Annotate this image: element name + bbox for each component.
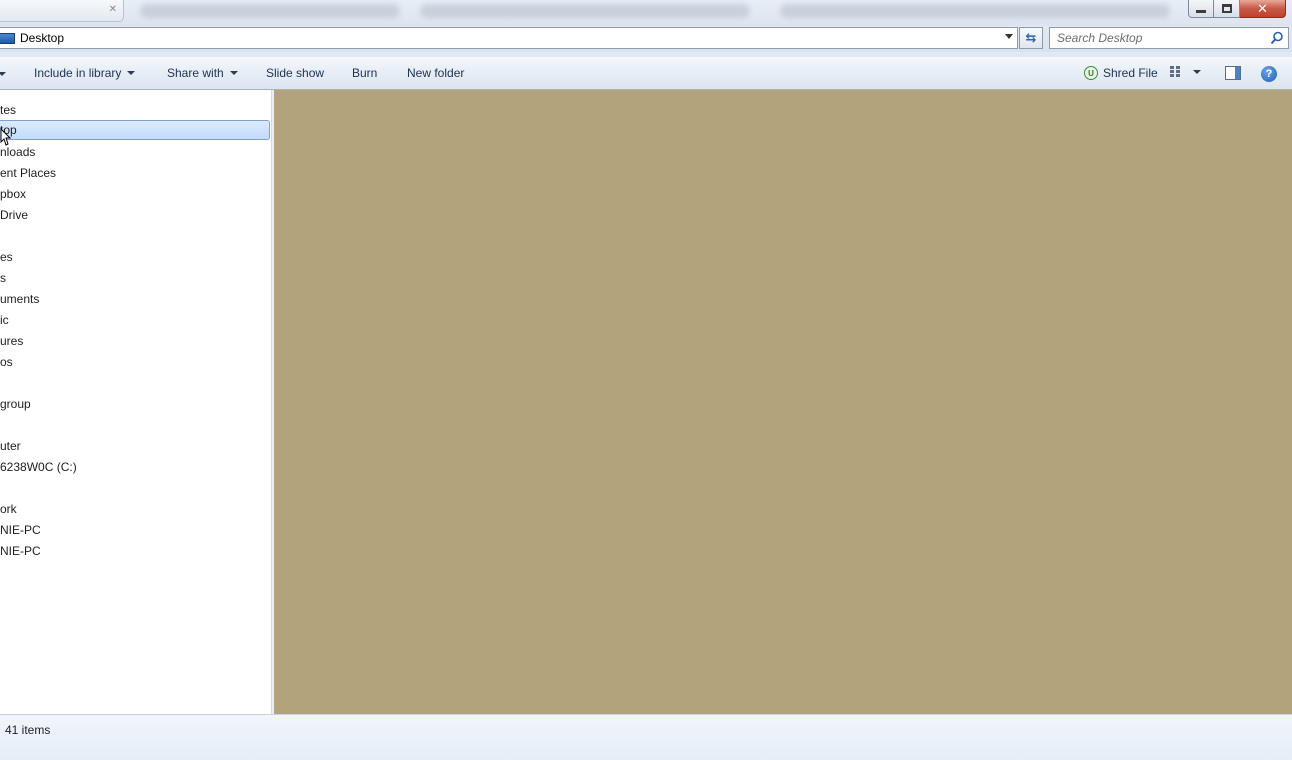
nav-item-videos[interactable]: os: [0, 352, 13, 372]
slide-show-label: Slide show: [266, 66, 325, 80]
preview-pane-icon[interactable]: [1225, 66, 1241, 80]
include-in-library-label: Include in library: [34, 66, 122, 80]
desktop-icon: [0, 32, 15, 44]
help-icon[interactable]: ?: [1261, 66, 1277, 82]
nav-item-drive[interactable]: Drive: [0, 205, 28, 225]
nav-item-desktop[interactable]: top: [0, 120, 270, 140]
blurred-title-region-2: [420, 4, 750, 18]
nav-item-libraries[interactable]: es: [0, 247, 13, 267]
nav-item-network[interactable]: ork: [0, 499, 17, 519]
address-bar[interactable]: Desktop: [0, 27, 1018, 49]
nav-item-dropbox[interactable]: pbox: [0, 184, 26, 204]
command-bar: Include in library Share with Slide show…: [0, 57, 1292, 90]
view-options-icon: [1170, 66, 1184, 78]
status-bar: 41 items: [0, 714, 1292, 760]
nav-item-pictures[interactable]: ures: [0, 331, 23, 351]
nav-item-homegroup[interactable]: group: [0, 394, 31, 414]
nav-item-local-disk[interactable]: 6238W0C (C:): [0, 457, 77, 477]
nav-item-recent-places[interactable]: ent Places: [0, 163, 56, 183]
nav-item-network-pc-2[interactable]: NIE-PC: [0, 541, 41, 561]
blurred-title-region-3: [780, 4, 1170, 18]
window-controls: ✕: [1188, 0, 1286, 18]
title-bar: ✕ ✕: [0, 0, 1292, 26]
minimize-icon: [1196, 10, 1206, 13]
change-view-button[interactable]: [1170, 66, 1201, 78]
new-folder-button[interactable]: New folder: [407, 66, 464, 80]
address-row: Desktop ⇆: [0, 26, 1292, 52]
address-location: Desktop: [20, 31, 65, 45]
search-input[interactable]: [1057, 31, 1267, 45]
shred-file-label: Shred File: [1103, 66, 1158, 80]
chevron-down-icon[interactable]: [1005, 34, 1013, 39]
shred-icon: U: [1084, 66, 1098, 80]
file-list-area[interactable]: [274, 90, 1292, 714]
item-count: 41 items: [5, 723, 51, 737]
mouse-cursor-icon: [0, 128, 12, 146]
share-with-label: Share with: [167, 66, 224, 80]
chevron-down-icon: [127, 71, 136, 75]
burn-button[interactable]: Burn: [352, 66, 377, 80]
refresh-icon: ⇆: [1025, 30, 1037, 45]
tab-close-icon[interactable]: ✕: [109, 4, 117, 15]
close-icon: ✕: [1257, 1, 1268, 16]
nav-item-documents[interactable]: uments: [0, 289, 39, 309]
maximize-icon: [1221, 4, 1232, 13]
chevron-down-icon[interactable]: [1193, 70, 1201, 74]
nav-item-favorites[interactable]: tes: [0, 100, 16, 120]
include-in-library-button[interactable]: Include in library: [34, 66, 136, 80]
nav-item-library[interactable]: s: [0, 268, 6, 288]
minimize-button[interactable]: [1188, 0, 1214, 18]
share-with-button[interactable]: Share with: [167, 66, 238, 80]
search-icon[interactable]: [1270, 31, 1284, 45]
window-tab[interactable]: ✕: [0, 0, 124, 22]
close-button[interactable]: ✕: [1240, 0, 1286, 18]
nav-item-network-pc-1[interactable]: NIE-PC: [0, 520, 41, 540]
chevron-down-icon: [229, 71, 238, 75]
new-folder-label: New folder: [407, 66, 465, 80]
search-box[interactable]: [1049, 27, 1289, 49]
slide-show-button[interactable]: Slide show: [266, 66, 324, 80]
burn-label: Burn: [352, 66, 378, 80]
refresh-button[interactable]: ⇆: [1019, 27, 1043, 49]
organize-chevron-icon[interactable]: [0, 72, 6, 76]
nav-item-music[interactable]: ic: [0, 310, 9, 330]
navigation-pane[interactable]: tes top nloads ent Places pbox Drive es …: [0, 90, 272, 714]
nav-item-computer[interactable]: uter: [0, 436, 21, 456]
shred-file-button[interactable]: U Shred File: [1084, 66, 1158, 80]
maximize-button[interactable]: [1214, 0, 1240, 18]
blurred-title-region: [140, 4, 400, 18]
